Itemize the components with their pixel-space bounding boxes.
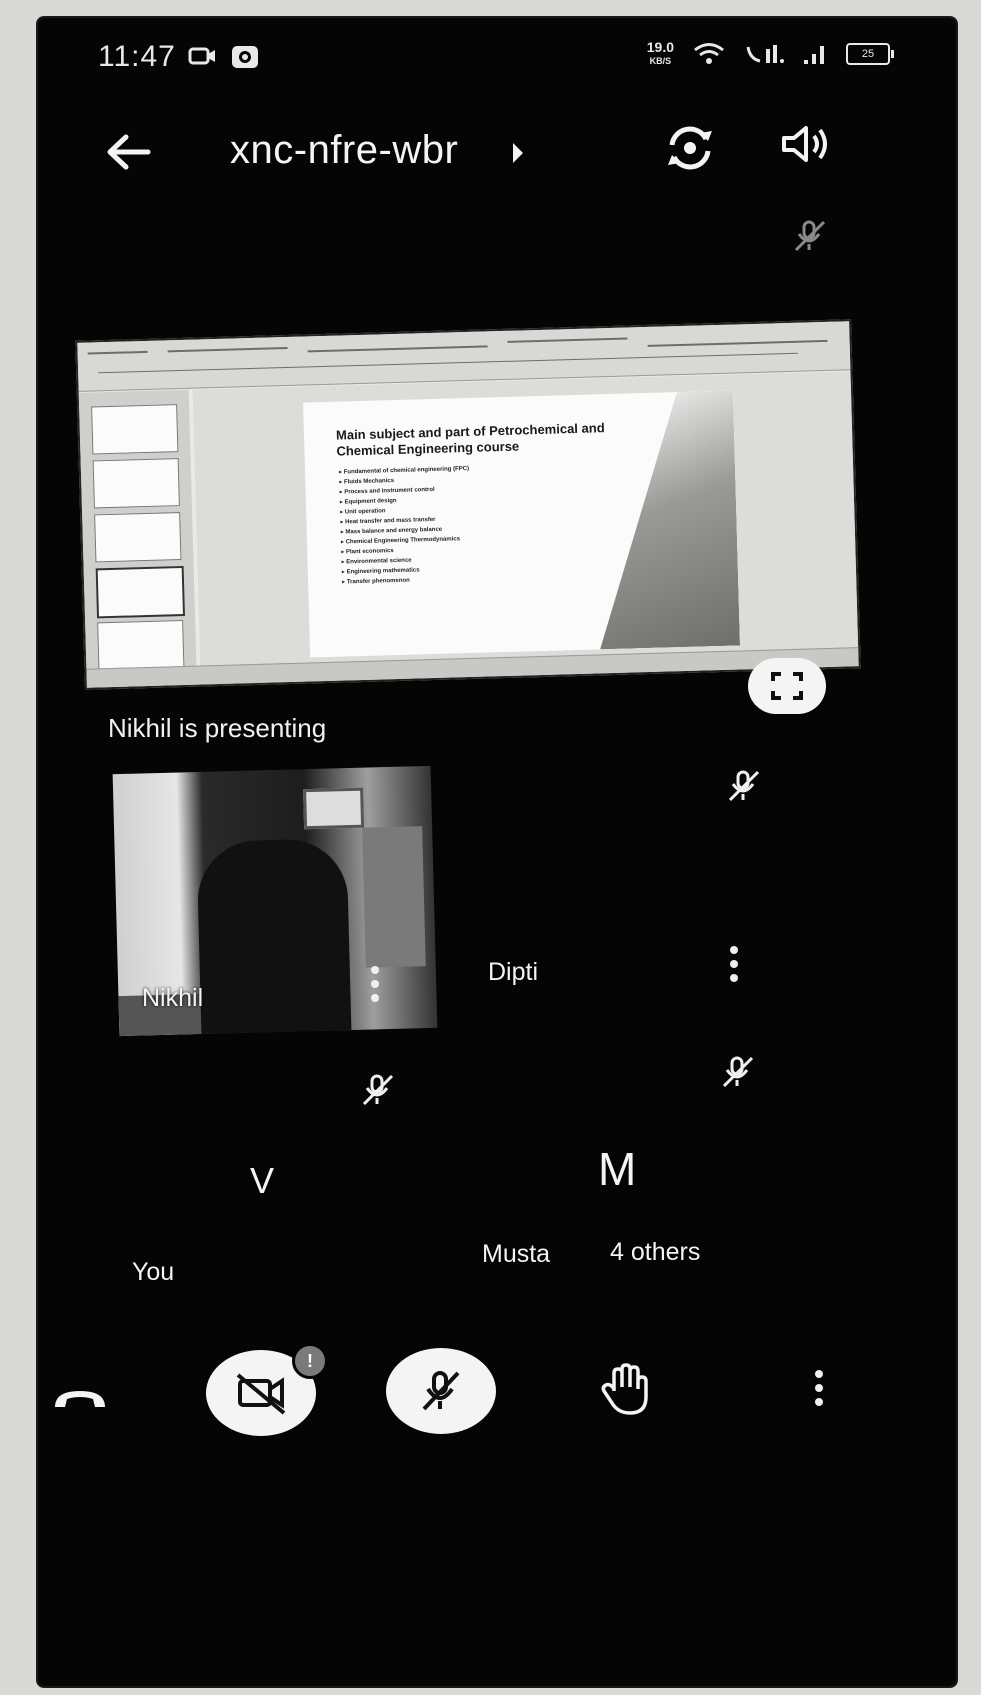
participant-name-nikhil: Nikhil <box>142 984 204 1012</box>
camera-off-icon <box>236 1373 286 1415</box>
network-speed-value: 19.0 <box>646 39 674 55</box>
slide-thumbnail[interactable] <box>94 512 182 563</box>
slide-page: Main subject and part of Petrochemical a… <box>303 390 741 658</box>
slide-thumbnail[interactable] <box>91 404 179 455</box>
arrow-left-icon <box>107 134 151 170</box>
participant-avatar-musta: M <box>598 1143 637 1195</box>
participant-name-musta: Musta <box>482 1240 551 1268</box>
status-right-icons: 19.0 KB/S 25 <box>647 40 894 68</box>
audio-output-button[interactable] <box>778 116 834 172</box>
battery-indicator: 25 <box>846 43 894 65</box>
fullscreen-button[interactable] <box>748 658 826 714</box>
network-speed: 19.0 KB/S <box>647 40 674 68</box>
mic-toggle-button[interactable] <box>386 1348 496 1434</box>
slide-thumbnail[interactable] <box>92 458 180 509</box>
slide-bullet-list: Fundamental of chemical engineering (FPC… <box>339 464 472 588</box>
slide-title: Main subject and part of Petrochemical a… <box>335 420 605 459</box>
meeting-code[interactable]: xnc-nfre-wbr <box>230 128 458 173</box>
screen-record-icon <box>232 46 258 68</box>
background-shelf <box>362 826 426 968</box>
more-options-button[interactable] <box>814 1370 824 1406</box>
participant-video <box>196 838 352 1037</box>
participant-others-count[interactable]: 4 others <box>610 1238 700 1267</box>
more-options-dipti-button[interactable] <box>729 946 739 982</box>
phone-screen: 11:47 19.0 KB/S 25 xnc-nfre-wbr Main sub… <box>38 18 956 1686</box>
wifi-icon <box>694 43 724 64</box>
network-speed-unit: KB/S <box>649 56 672 66</box>
shared-screen[interactable]: Main subject and part of Petrochemical a… <box>75 319 861 690</box>
slide-thumbnail[interactable] <box>97 619 185 671</box>
mic-off-icon <box>724 766 764 811</box>
hang-up-button[interactable] <box>48 1376 112 1424</box>
status-left-icons <box>188 44 260 70</box>
hand-icon <box>601 1363 648 1415</box>
switch-camera-button[interactable] <box>658 118 722 178</box>
volte-signal-icon <box>746 45 784 63</box>
mic-off-icon <box>358 1070 398 1115</box>
slide-canvas: Main subject and part of Petrochemical a… <box>192 371 859 667</box>
participant-avatar-you: V <box>250 1160 275 1201</box>
participant-name-dipti: Dipti <box>488 958 539 986</box>
back-button[interactable] <box>100 130 156 174</box>
fullscreen-icon <box>771 672 803 700</box>
participant-name-you: You <box>132 1258 175 1286</box>
more-options-nikhil-button[interactable] <box>370 966 380 1002</box>
slide-thumbnail[interactable] <box>95 565 186 619</box>
slide-thumbnails <box>78 389 197 671</box>
mic-off-icon <box>422 1371 460 1411</box>
switch-camera-icon <box>668 126 712 170</box>
meeting-info-chevron-icon[interactable] <box>510 140 526 171</box>
phone-hangup-icon <box>55 1391 105 1407</box>
video-recording-icon <box>188 47 215 65</box>
presenting-label: Nikhil is presenting <box>108 713 327 743</box>
more-vertical-icon <box>815 1370 823 1378</box>
mic-off-icon <box>718 1052 758 1097</box>
background-frame <box>303 787 365 830</box>
mic-off-icon <box>790 216 830 261</box>
cell-signal-icon <box>804 46 824 64</box>
status-time: 11:47 <box>98 40 176 73</box>
more-vertical-icon <box>730 946 738 954</box>
speaker-icon <box>782 126 827 162</box>
more-vertical-icon <box>371 966 379 974</box>
raise-hand-button[interactable] <box>596 1362 656 1418</box>
camera-warning-badge: ! <box>292 1343 328 1379</box>
